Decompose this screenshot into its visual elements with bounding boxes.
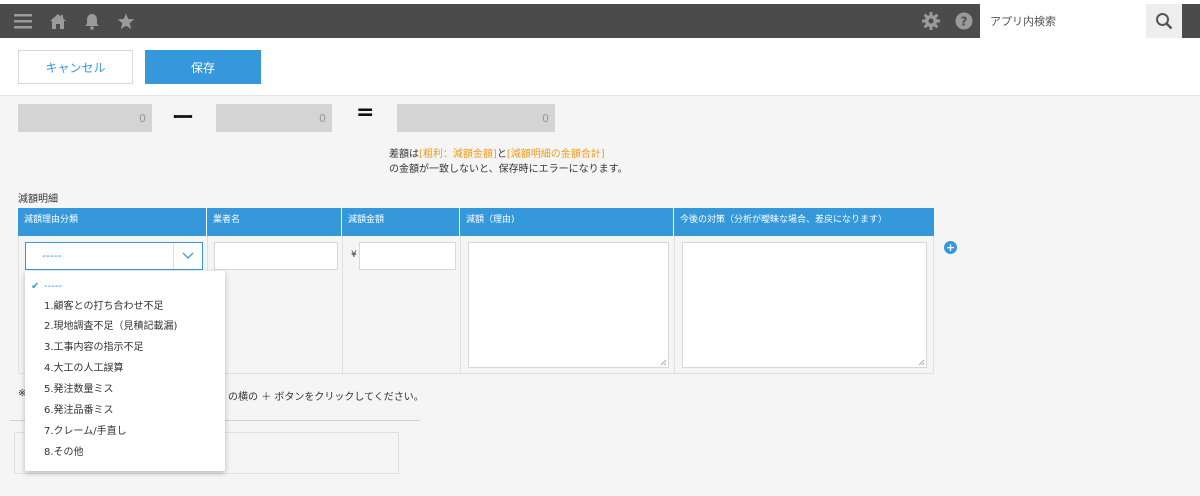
dropdown-option[interactable]: 3.工事内容の指示不足: [25, 338, 225, 358]
add-row-icon[interactable]: +: [944, 241, 957, 254]
dropdown-option[interactable]: 6.発注品番ミス: [25, 401, 225, 421]
dropdown-option[interactable]: 1.顧客との打ち合わせ不足: [25, 297, 225, 317]
search-button[interactable]: [1146, 4, 1182, 38]
option-label: 7.クレーム/手直し: [44, 426, 127, 437]
warning-prefix: 差額は: [389, 149, 419, 160]
warning-field-1: [粗利：減額金額]: [419, 149, 497, 160]
option-label: 8.その他: [44, 447, 84, 458]
option-label: 6.発注品番ミス: [44, 405, 114, 416]
top-bar: ?: [0, 0, 1200, 40]
gear-icon[interactable]: [920, 4, 942, 38]
resize-grip-icon[interactable]: [659, 358, 667, 366]
amount-field[interactable]: [359, 242, 456, 270]
yen-symbol: ¥: [351, 250, 357, 260]
option-label: 2.現地調査不足（見積記載漏): [44, 321, 178, 332]
reason-category-select[interactable]: -----: [25, 242, 203, 270]
reason-category-dropdown: ✔ ----- 1.顧客との打ち合わせ不足 2.現地調査不足（見積記載漏) 3.工…: [25, 271, 225, 471]
chevron-down-icon: [173, 243, 202, 269]
dropdown-option[interactable]: 5.発注数量ミス: [25, 380, 225, 400]
search-icon: [1156, 13, 1173, 30]
search-box: [980, 4, 1146, 38]
dropdown-option[interactable]: 8.その他: [25, 443, 225, 463]
select-value: -----: [42, 249, 62, 262]
table-header: 減額理由分類 業者名 減額金額 減額（理由) 今後の対策（分析が曖昧な場合、差戻…: [18, 208, 934, 236]
bell-icon[interactable]: [82, 4, 102, 38]
column-divider: [674, 236, 675, 374]
option-label: 5.発注数量ミス: [44, 384, 114, 395]
dropdown-option[interactable]: 7.クレーム/手直し: [25, 422, 225, 442]
option-label: 1.顧客との打ち合わせ不足: [44, 301, 164, 312]
dropdown-option[interactable]: 4.大工の人工誤算: [25, 359, 225, 379]
column-header-vendor: 業者名: [207, 208, 342, 236]
svg-text:?: ?: [961, 15, 968, 29]
vendor-name-field[interactable]: [214, 242, 338, 270]
note-text: の横の ＋ ボタンをクリックしてください。: [228, 392, 424, 403]
column-divider: [342, 236, 343, 374]
equals-sign: =: [356, 100, 375, 125]
warning-field-2: [減額明細の金額合計]: [506, 149, 605, 160]
minus-sign: ー: [172, 106, 195, 131]
check-icon: ✔: [31, 281, 40, 292]
reason-textarea[interactable]: [468, 242, 669, 368]
help-icon[interactable]: ?: [954, 4, 974, 38]
warning-line-2: の金額が一致しないと、保存時にエラーになります。: [389, 164, 628, 175]
option-label: 4.大工の人工誤算: [44, 363, 124, 374]
option-label: -----: [44, 281, 63, 292]
warning-and: と: [496, 149, 507, 160]
resize-grip-icon[interactable]: [917, 358, 925, 366]
calc-value-2: 0: [216, 104, 332, 132]
calc-result: 0: [397, 104, 555, 132]
option-label: 3.工事内容の指示不足: [44, 342, 144, 353]
column-divider: [460, 236, 461, 374]
dropdown-option[interactable]: ✔ -----: [25, 277, 225, 297]
calc-value-1: 0: [18, 104, 152, 132]
column-header-reason: 減額（理由): [460, 208, 674, 236]
home-icon[interactable]: [48, 4, 68, 38]
cancel-button[interactable]: キャンセル: [18, 50, 133, 84]
dropdown-option[interactable]: 2.現地調査不足（見積記載漏): [25, 317, 225, 337]
countermeasure-textarea[interactable]: [682, 242, 927, 368]
search-input[interactable]: [988, 13, 1142, 29]
column-header-reason-category: 減額理由分類: [18, 208, 207, 236]
difference-warning: 差額は[粗利：減額金額]と[減額明細の金額合計] の金額が一致しないと、保存時に…: [389, 147, 628, 177]
column-header-amount: 減額金額: [342, 208, 460, 236]
column-header-countermeasure: 今後の対策（分析が曖昧な場合、差戻になります）: [680, 215, 888, 225]
column-divider: [933, 236, 934, 374]
star-icon[interactable]: [116, 4, 136, 38]
section-label: 減額明細: [18, 194, 58, 205]
save-button[interactable]: 保存: [145, 50, 261, 84]
menu-icon[interactable]: [12, 4, 34, 38]
